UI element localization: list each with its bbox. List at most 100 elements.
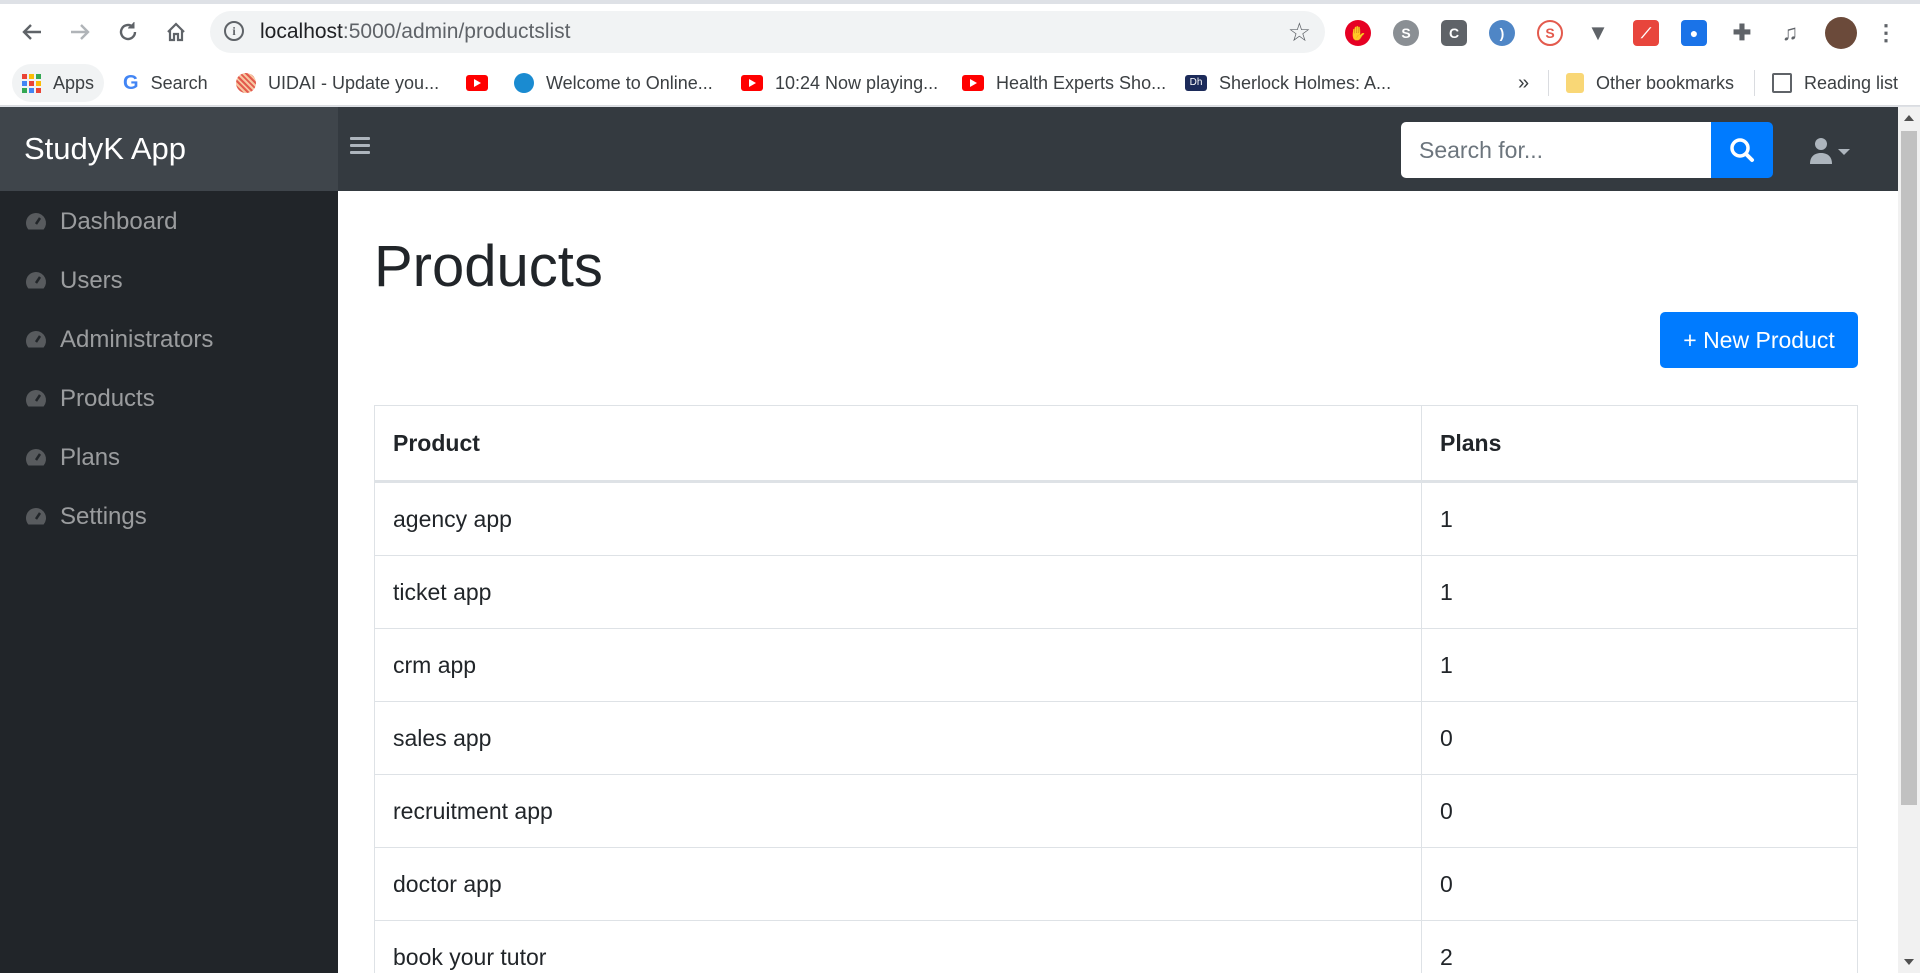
bookmark-uidai[interactable]: UIDAI - Update you... (236, 60, 439, 106)
profile-avatar-icon[interactable] (1825, 17, 1857, 49)
product-name-cell: agency app (374, 481, 1422, 556)
site-info-icon[interactable]: i (224, 21, 244, 41)
sbi-icon (514, 73, 534, 93)
sidebar-toggle-icon[interactable] (350, 137, 370, 157)
new-product-button[interactable]: + New Product (1660, 312, 1858, 368)
plans-count-cell: 0 (1421, 774, 1858, 848)
scroll-up-arrow-icon[interactable] (1904, 115, 1914, 121)
plans-count-cell: 1 (1421, 481, 1858, 556)
puzzle-extensions-icon[interactable]: ✚ (1729, 20, 1755, 46)
bookmark-label: Apps (53, 72, 95, 93)
sidebar-item-settings[interactable]: Settings (0, 488, 338, 546)
extension-icon[interactable]: S (1537, 20, 1563, 46)
bookmark-now-playing[interactable]: 10:24 Now playing... (741, 60, 938, 106)
apps-grid-icon (22, 73, 41, 93)
bookmark-star-icon[interactable]: ☆ (1288, 17, 1311, 48)
browser-toolbar: i localhost:5000/admin/productslist ☆ ✋ … (0, 4, 1920, 60)
table-row[interactable]: sales app 0 (374, 701, 1858, 775)
sidebar-item-label: Settings (60, 503, 147, 530)
forward-arrow-icon[interactable] (62, 14, 98, 50)
sidebar-item-dashboard[interactable]: Dashboard (0, 193, 338, 251)
more-options-icon[interactable]: ⋮ (1873, 20, 1899, 46)
search-input[interactable] (1401, 122, 1711, 178)
sidebar-item-plans[interactable]: Plans (0, 429, 338, 487)
search-icon (1730, 138, 1754, 162)
column-header-product: Product (374, 405, 1422, 483)
skype-extension-icon[interactable]: S (1393, 20, 1419, 46)
tachometer-icon (26, 331, 47, 348)
bookmark-welcome-online[interactable]: Welcome to Online... (514, 60, 713, 106)
products-table: Product Plans agency app 1 ticket app 1 … (374, 405, 1858, 973)
other-bookmarks-folder[interactable]: Other bookmarks (1566, 60, 1734, 106)
table-row[interactable]: recruitment app 0 (374, 774, 1858, 848)
main-content: Products + New Product Product Plans age… (338, 191, 1898, 973)
plans-count-cell: 0 (1421, 701, 1858, 775)
sidebar-item-users[interactable]: Users (0, 252, 338, 310)
table-row[interactable]: doctor app 0 (374, 847, 1858, 921)
plans-count-cell: 2 (1421, 920, 1858, 973)
media-control-icon[interactable]: ♫ (1777, 20, 1803, 46)
search-button[interactable] (1711, 122, 1773, 178)
screen-record-icon[interactable]: ● (1681, 20, 1707, 46)
reading-list-icon (1772, 73, 1792, 93)
address-bar[interactable]: i localhost:5000/admin/productslist ☆ (210, 11, 1325, 53)
bookmark-sherlock[interactable]: Dh Sherlock Holmes: A... (1185, 60, 1391, 106)
table-row[interactable]: crm app 1 (374, 628, 1858, 702)
bookmarks-overflow-button[interactable]: » (1518, 60, 1529, 106)
extension-icon[interactable]: ⟋ (1633, 20, 1659, 46)
bookmarks-divider (1548, 70, 1549, 96)
home-icon[interactable] (158, 14, 194, 50)
bookmark-youtube[interactable] (466, 60, 488, 106)
google-icon: G (123, 71, 139, 94)
plans-count-cell: 0 (1421, 847, 1858, 921)
page-scrollbar[interactable] (1898, 107, 1920, 973)
uidai-icon (236, 73, 256, 93)
table-row[interactable]: ticket app 1 (374, 555, 1858, 629)
folder-icon (1566, 73, 1584, 93)
product-name-cell: doctor app (374, 847, 1422, 921)
table-row[interactable]: book your tutor 2 (374, 920, 1858, 973)
product-name-cell: recruitment app (374, 774, 1422, 848)
bookmarks-divider (1754, 70, 1755, 96)
url-path: :5000/admin/productslist (342, 20, 571, 43)
reading-list-label: Reading list (1804, 72, 1899, 93)
bookmark-search[interactable]: G Search (123, 60, 208, 106)
sidebar-item-administrators[interactable]: Administrators (0, 311, 338, 369)
vue-devtools-icon[interactable]: ▼ (1585, 20, 1611, 46)
bookmark-apps[interactable]: Apps (12, 64, 105, 102)
adblock-extension-icon[interactable]: ✋ (1345, 20, 1371, 46)
web-page: StudyK App Dashboard Users Administrator… (0, 107, 1920, 973)
tachometer-icon (26, 508, 47, 525)
table-row[interactable]: agency app 1 (374, 481, 1858, 556)
youtube-icon (962, 75, 984, 91)
youtube-icon (741, 75, 763, 91)
table-header-row: Product Plans (374, 405, 1858, 483)
product-name-cell: book your tutor (374, 920, 1422, 973)
reading-list-button[interactable]: Reading list (1772, 60, 1898, 106)
reload-icon[interactable] (110, 14, 146, 50)
address-bar-url: localhost:5000/admin/productslist (260, 11, 571, 53)
product-name-cell: crm app (374, 628, 1422, 702)
page-title: Products (374, 234, 603, 299)
tachometer-icon (26, 213, 47, 230)
top-navbar: StudyK App (0, 107, 1898, 191)
bookmark-label: Search (150, 72, 208, 93)
bookmark-label: Sherlock Holmes: A... (1219, 72, 1392, 93)
bookmark-health-experts[interactable]: Health Experts Sho... (962, 60, 1166, 106)
url-host: localhost (260, 20, 343, 43)
extension-icon[interactable]: ) (1489, 20, 1515, 46)
user-dropdown[interactable] (1810, 137, 1860, 167)
brand-logo[interactable]: StudyK App (0, 107, 338, 191)
plans-count-cell: 1 (1421, 628, 1858, 702)
bookmark-label: Health Experts Sho... (996, 72, 1167, 93)
sidebar-item-label: Users (60, 267, 123, 294)
scroll-down-arrow-icon[interactable] (1904, 959, 1914, 965)
extension-icon[interactable]: C (1441, 20, 1467, 46)
back-arrow-icon[interactable] (14, 14, 50, 50)
chevron-down-icon (1838, 149, 1850, 155)
sidebar-item-products[interactable]: Products (0, 370, 338, 428)
plans-count-cell: 1 (1421, 555, 1858, 629)
sidebar-item-label: Administrators (60, 326, 214, 353)
other-bookmarks-label: Other bookmarks (1596, 72, 1735, 93)
scrollbar-thumb[interactable] (1901, 131, 1917, 805)
